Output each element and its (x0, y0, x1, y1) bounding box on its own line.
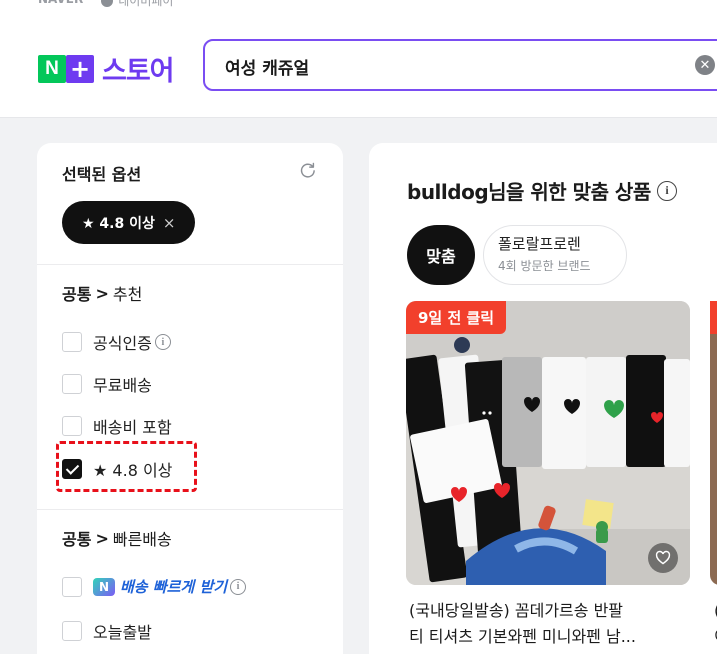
highlight-annotation-box (56, 441, 197, 492)
section-head-label: 공통 (62, 530, 92, 549)
selected-options-title: 선택된 옵션 (62, 165, 142, 184)
info-icon[interactable]: i (656, 180, 677, 201)
brand-name: 폴로랄프로렌 (498, 235, 581, 253)
clear-icon[interactable]: ✕ (695, 55, 715, 75)
filter-fast-delivery[interactable]: N 배송 빠르게 받기 i (62, 576, 247, 597)
chip-close-icon[interactable]: × (163, 214, 176, 232)
product-name-line2: 티 티셔츠 기본와펜 미니와펜 남... (409, 627, 636, 646)
breadcrumb-arrow: > (95, 528, 109, 548)
recommend-title-text: bulldog님을 위한 맞춤 상품 (407, 180, 651, 204)
filter-label: 오늘출발 (93, 623, 152, 642)
product-name-line1: (국내당일발송) 꼼데가르송 반팔 (409, 601, 624, 620)
refresh-icon[interactable] (299, 161, 317, 179)
divider (37, 509, 343, 510)
heart-icon (655, 550, 671, 565)
naver-plus-store-logo[interactable]: N + 스토어 (38, 49, 175, 88)
recommend-panel: bulldog님을 위한 맞춤 상품 i 맞춤 폴로랄프로렌 4회 방문한 브랜… (369, 143, 717, 654)
filter-panel: 선택된 옵션 ★ 4.8 이상 × 공통 > 추천 공식인증 i 무료배송 배송… (37, 143, 343, 654)
filter-shipping-included[interactable]: 배송비 포함 (62, 414, 172, 438)
product-photo (406, 301, 690, 585)
filter-label: 배송 빠르게 받기 (120, 578, 228, 596)
pay-icon (101, 0, 114, 7)
recommend-title: bulldog님을 위한 맞춤 상품 i (407, 176, 677, 205)
top-bar: NAVER 네이버페이 N + 스토어 여성 캐쥬얼 ✕ (0, 0, 717, 118)
recent-click-badge (710, 301, 717, 334)
checkbox[interactable] (62, 374, 82, 394)
checkbox[interactable] (62, 416, 82, 436)
info-icon[interactable]: i (230, 578, 247, 595)
product-image[interactable]: 9일 전 클릭 (406, 301, 690, 585)
info-icon[interactable]: i (154, 334, 171, 350)
naver-link[interactable]: NAVER (38, 0, 83, 9)
section-fast-delivery-head: 공통 > 빠른배송 (62, 526, 172, 550)
filter-label: 배송비 포함 (93, 418, 172, 437)
search-input[interactable]: 여성 캐쥬얼 (225, 54, 309, 79)
naverpay-label: 네이버페이 (118, 0, 174, 8)
filter-official-cert[interactable]: 공식인증 i (62, 330, 171, 354)
chip-label: ★ 4.8 이상 (82, 215, 155, 232)
top-links: NAVER 네이버페이 (38, 0, 173, 9)
section-sub-label: 추천 (112, 285, 143, 304)
product-name[interactable]: (국내당일발송) 꼼데가르송 반팔 티 티셔츠 기본와펜 미니와펜 남... (409, 598, 689, 650)
section-sub-label: 빠른배송 (112, 530, 172, 549)
checkbox[interactable] (62, 332, 82, 352)
logo-plus-mark: + (66, 54, 94, 83)
fast-delivery-n-icon: N (93, 577, 115, 596)
selected-filter-chip[interactable]: ★ 4.8 이상 × (62, 201, 196, 244)
checkbox[interactable] (62, 621, 82, 641)
search-box[interactable]: 여성 캐쥬얼 ✕ (203, 39, 717, 91)
breadcrumb-arrow: > (95, 283, 109, 303)
section-recommended-head: 공통 > 추천 (62, 281, 142, 305)
wishlist-heart-icon[interactable] (648, 543, 678, 573)
divider (37, 264, 343, 265)
brand-visit-count: 4회 방문한 브랜드 (498, 259, 591, 273)
recent-click-badge: 9일 전 클릭 (406, 301, 507, 334)
filter-today-dispatch[interactable]: 오늘출발 (62, 619, 152, 643)
logo-text: 스토어 (102, 56, 175, 87)
fast-delivery-badge: N 배송 빠르게 받기 (93, 576, 227, 597)
checkbox[interactable] (62, 576, 82, 597)
next-product-image[interactable] (710, 301, 717, 585)
filter-label: 공식인증 (93, 334, 152, 353)
filter-label: 무료배송 (93, 376, 152, 395)
filter-free-shipping[interactable]: 무료배송 (62, 372, 152, 396)
logo-n-mark: N (38, 54, 66, 83)
tab-custom[interactable]: 맞춤 (407, 225, 475, 285)
naverpay-link[interactable]: 네이버페이 (101, 0, 173, 9)
tab-brand[interactable]: 폴로랄프로렌 4회 방문한 브랜드 (483, 225, 627, 285)
section-head-label: 공통 (62, 285, 92, 304)
